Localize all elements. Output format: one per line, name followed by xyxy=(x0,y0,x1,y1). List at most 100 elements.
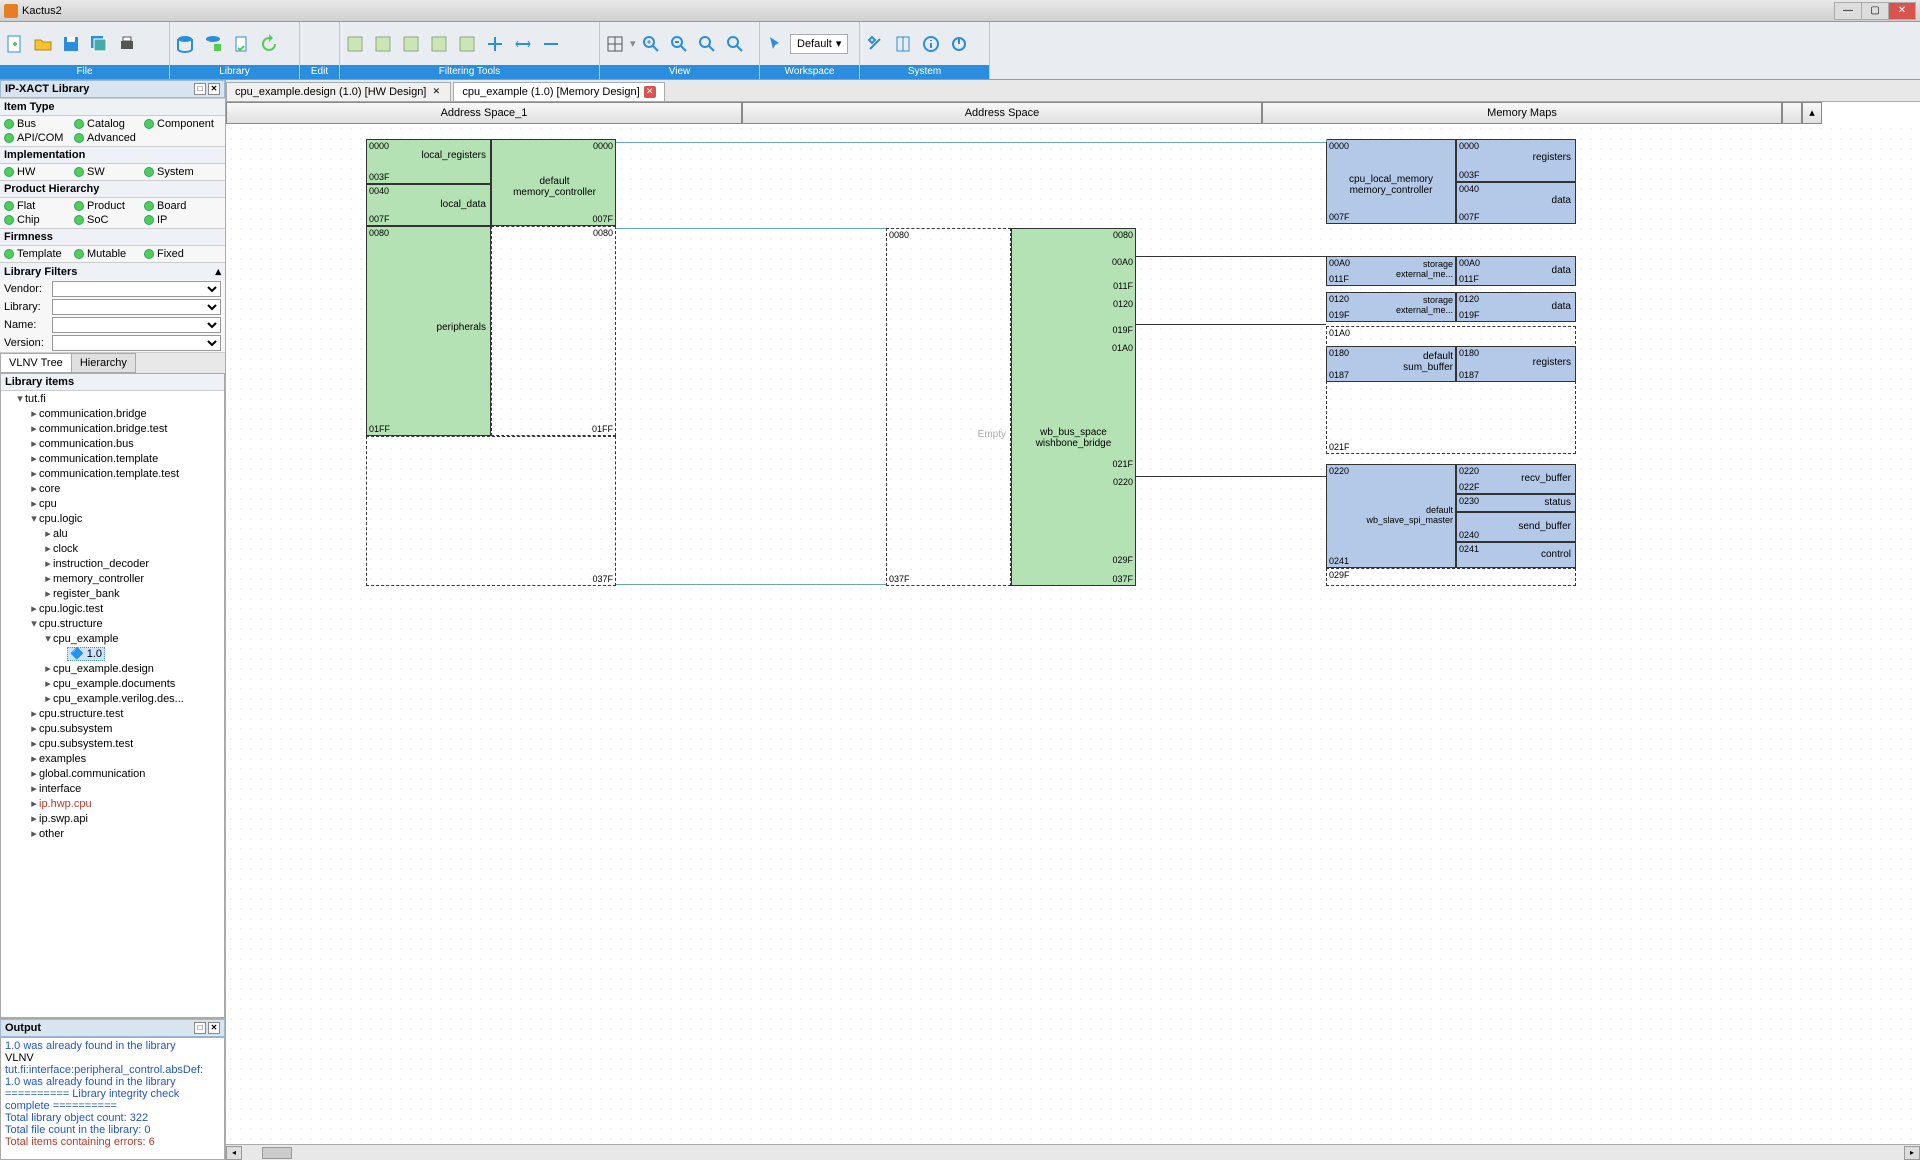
tree-item[interactable]: ▸cpu.logic.test xyxy=(15,601,224,616)
tree-item[interactable]: ▸cpu.structure.test xyxy=(15,706,224,721)
filter-option[interactable]: Flat xyxy=(4,200,74,212)
filter-option[interactable]: Component xyxy=(144,118,214,130)
filter-select[interactable] xyxy=(52,281,221,297)
tree-item[interactable]: ▾tut.fi xyxy=(15,391,224,406)
filter3-icon[interactable] xyxy=(398,31,424,57)
filter-option[interactable]: Template xyxy=(4,248,74,260)
tree-item[interactable]: ▸cpu_example.design xyxy=(15,661,224,676)
open-icon[interactable] xyxy=(30,31,56,57)
tree-item[interactable]: ▸other xyxy=(15,826,224,841)
block-default-sum[interactable]: 0180 default sum_buffer 0187 xyxy=(1326,346,1456,382)
minimize-button[interactable]: — xyxy=(1834,2,1862,20)
add-column-button[interactable] xyxy=(1782,102,1802,124)
filter-option[interactable]: SW xyxy=(74,166,144,178)
filter1-icon[interactable] xyxy=(342,31,368,57)
tree-item[interactable]: ▸global.communication xyxy=(15,766,224,781)
tree-item[interactable]: ▸core xyxy=(15,481,224,496)
tree-item[interactable]: ▸register_bank xyxy=(15,586,224,601)
tree-item[interactable]: ▸ip.hwp.cpu xyxy=(15,796,224,811)
db-icon[interactable] xyxy=(172,31,198,57)
filter-option[interactable]: SoC xyxy=(74,214,144,226)
tree-item[interactable]: ▸communication.bridge.test xyxy=(15,421,224,436)
workspace-default-button[interactable]: Default▾ xyxy=(790,34,848,54)
help-icon[interactable] xyxy=(890,31,916,57)
filter-option[interactable]: IP xyxy=(144,214,214,226)
close-output-icon[interactable]: ✕ xyxy=(208,1022,220,1034)
close-tab-icon[interactable]: ✕ xyxy=(430,86,442,98)
block-default-mc[interactable]: 0000 default memory_controller 007F xyxy=(491,139,616,226)
close-panel-icon[interactable]: ✕ xyxy=(208,83,220,95)
block-registers-2[interactable]: 0180 registers 0187 xyxy=(1456,346,1576,382)
tree-item[interactable]: ▸cpu_example.documents xyxy=(15,676,224,691)
filter-option[interactable]: Chip xyxy=(4,214,74,226)
filter-select[interactable] xyxy=(52,335,221,351)
block-data-1[interactable]: 0040 data 007F xyxy=(1456,182,1576,224)
save-icon[interactable] xyxy=(58,31,84,57)
collapse-icon[interactable]: ▴ xyxy=(215,265,221,278)
block-data-2[interactable]: 00A0 data 011F xyxy=(1456,256,1576,286)
tab-hw-design[interactable]: cpu_example.design (1.0) [HW Design]✕ xyxy=(226,82,451,101)
block-registers-1[interactable]: 0000 registers 003F xyxy=(1456,139,1576,182)
filter-option[interactable]: Advanced xyxy=(74,132,144,144)
block-local-registers[interactable]: 0000 local_registers 003F xyxy=(366,139,491,184)
tree-item[interactable]: ▸cpu_example.verilog.des... xyxy=(15,691,224,706)
block-storage-2[interactable]: 0120 storage external_me... 019F xyxy=(1326,292,1456,322)
block-status[interactable]: 0230 status xyxy=(1456,494,1576,512)
filter-select[interactable] xyxy=(52,317,221,333)
info-icon[interactable] xyxy=(918,31,944,57)
tree-item[interactable]: ▸communication.bus xyxy=(15,436,224,451)
block-default-spi[interactable]: 0220 default wb_slave_spi_master 0241 xyxy=(1326,464,1456,568)
tab-hierarchy[interactable]: Hierarchy xyxy=(71,353,136,373)
tree-item[interactable]: ▾cpu.structure xyxy=(15,616,224,631)
tree-item[interactable]: ▸instruction_decoder xyxy=(15,556,224,571)
tree-item[interactable]: ▸clock xyxy=(15,541,224,556)
tree-item[interactable]: ▸cpu.subsystem xyxy=(15,721,224,736)
filter6-icon[interactable] xyxy=(482,31,508,57)
new-icon[interactable] xyxy=(2,31,28,57)
block-local-data[interactable]: 0040 local_data 007F xyxy=(366,184,491,226)
block-storage-1[interactable]: 00A0 storage external_me... 011F xyxy=(1326,256,1456,286)
close-button[interactable]: ✕ xyxy=(1888,2,1916,20)
edit-icon[interactable] xyxy=(302,31,328,57)
column-address-space-1[interactable]: Address Space_1 xyxy=(226,102,742,124)
maximize-button[interactable]: ▢ xyxy=(1861,2,1889,20)
db2-icon[interactable] xyxy=(200,31,226,57)
tree-item[interactable]: ▸alu xyxy=(15,526,224,541)
tools-icon[interactable] xyxy=(862,31,888,57)
block-peripherals[interactable]: 0080 peripherals 01FF xyxy=(366,226,491,436)
tree-item[interactable]: ▸communication.bridge xyxy=(15,406,224,421)
memory-design-canvas[interactable]: 0000 local_registers 003F 0040 local_dat… xyxy=(226,124,1920,1144)
filter4-icon[interactable] xyxy=(426,31,452,57)
tree-item[interactable]: ▾cpu_example xyxy=(15,631,224,646)
tree-item[interactable]: ▸memory_controller xyxy=(15,571,224,586)
library-tree[interactable]: Library items ▾tut.fi▸communication.brid… xyxy=(0,373,225,1018)
print-icon[interactable] xyxy=(114,31,140,57)
tree-item[interactable]: ▸examples xyxy=(15,751,224,766)
dock-output-icon[interactable]: □ xyxy=(194,1022,206,1034)
zoomin-icon[interactable] xyxy=(638,31,664,57)
filter-option[interactable]: Product xyxy=(74,200,144,212)
filter-option[interactable]: Mutable xyxy=(74,248,144,260)
saveall-icon[interactable] xyxy=(86,31,112,57)
filter-option[interactable]: Fixed xyxy=(144,248,214,260)
tab-vlnv-tree[interactable]: VLNV Tree xyxy=(0,353,72,373)
dock-icon[interactable]: □ xyxy=(194,83,206,95)
tree-item[interactable]: ▸communication.template xyxy=(15,451,224,466)
filter8-icon[interactable] xyxy=(538,31,564,57)
tree-item[interactable]: 🔷 1.0 xyxy=(15,646,224,661)
grid-icon[interactable] xyxy=(602,31,628,57)
power-icon[interactable] xyxy=(946,31,972,57)
column-memory-maps[interactable]: Memory Maps xyxy=(1262,102,1782,124)
block-send-buffer[interactable]: 0240 send_buffer xyxy=(1456,512,1576,542)
tab-memory-design[interactable]: cpu_example (1.0) [Memory Design]✕ xyxy=(453,82,664,101)
output-body[interactable]: 1.0 was already found in the libraryVLNV… xyxy=(0,1037,225,1160)
zoomreset-icon[interactable] xyxy=(722,31,748,57)
block-control[interactable]: 0241 control xyxy=(1456,542,1576,568)
close-tab-icon[interactable]: ✕ xyxy=(644,86,656,98)
tree-item[interactable]: ▾cpu.logic xyxy=(15,511,224,526)
filter-option[interactable]: Board xyxy=(144,200,214,212)
filter-option[interactable]: Bus xyxy=(4,118,74,130)
pointer-icon[interactable] xyxy=(762,31,788,57)
block-wb-bridge[interactable]: 0080 00A0 011F 0120 019F 01A0 wb_bus_spa… xyxy=(1011,228,1136,586)
clipboard-icon[interactable] xyxy=(228,31,254,57)
